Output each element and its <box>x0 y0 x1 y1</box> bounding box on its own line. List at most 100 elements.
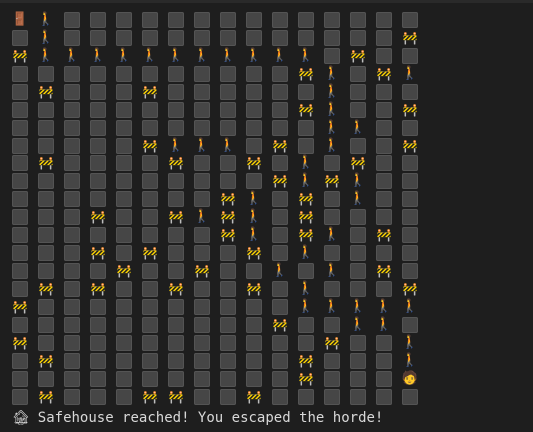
wall-cell <box>298 334 314 351</box>
wall-cell <box>272 280 288 297</box>
wall-cell <box>38 245 54 262</box>
wall-cell <box>64 83 80 100</box>
wall-cell <box>402 47 418 64</box>
walker-icon: 🚶 <box>297 173 315 189</box>
wall-cell <box>350 280 366 297</box>
wall-cell <box>324 191 340 208</box>
walker-icon: 🚶 <box>219 47 237 63</box>
walker-icon: 🚶 <box>323 101 341 117</box>
barrier-icon: 🚧 <box>246 389 262 404</box>
wall-cell <box>402 316 418 333</box>
wall-cell <box>402 245 418 262</box>
wall-cell <box>116 83 132 100</box>
wall-cell <box>272 155 288 172</box>
wall-cell <box>376 388 392 405</box>
wall-cell <box>12 370 28 387</box>
wall-cell <box>90 83 106 100</box>
wall-cell <box>272 298 288 315</box>
wall-cell <box>272 245 288 262</box>
wall-cell <box>246 101 262 118</box>
wall-cell <box>246 173 262 190</box>
wall-cell <box>194 101 210 118</box>
game-grid: 🚪 🚶 🚶 🚧 🚧 🚶 🚶 🚶 🚶 🚶 🚶 🚶 🚶 🚶 🚶 🚶 🚧 🚧 🚶 🚧 🚶 🚧 🚧 🚶 🚧 🚶 🚧 🚶 🚶 🚧 🚶 🚶 🚶 🚧 🚶 🚧 🚧 🚧 🚧 🚶… <box>0 0 533 405</box>
wall-cell <box>350 101 366 118</box>
wall-cell <box>402 119 418 136</box>
barrier-icon: 🚧 <box>12 299 28 314</box>
wall-cell <box>194 173 210 190</box>
wall-cell <box>376 191 392 208</box>
wall-cell <box>142 227 158 244</box>
wall-cell <box>298 316 314 333</box>
wall-cell <box>220 12 236 28</box>
wall-cell <box>246 298 262 315</box>
wall-cell <box>38 119 54 136</box>
barrier-icon: 🚧 <box>168 156 184 171</box>
wall-cell <box>116 155 132 172</box>
wall-cell <box>116 12 132 28</box>
barrier-icon: 🚧 <box>246 246 262 261</box>
wall-cell <box>376 29 392 46</box>
wall-cell <box>220 263 236 280</box>
wall-cell <box>298 12 314 28</box>
wall-cell <box>90 65 106 82</box>
wall-cell <box>90 137 106 154</box>
walker-icon: 🚶 <box>219 137 237 153</box>
wall-cell <box>324 370 340 387</box>
wall-cell <box>246 137 262 154</box>
wall-cell <box>220 65 236 82</box>
wall-cell <box>246 334 262 351</box>
wall-cell <box>116 298 132 315</box>
wall-cell <box>324 209 340 226</box>
walker-icon: 🚶 <box>323 137 341 153</box>
wall-cell <box>38 298 54 315</box>
wall-cell <box>324 316 340 333</box>
wall-cell <box>142 173 158 190</box>
wall-cell <box>350 137 366 154</box>
walker-icon: 🚶 <box>63 47 81 63</box>
wall-cell <box>90 388 106 405</box>
wall-cell <box>64 388 80 405</box>
wall-cell <box>194 388 210 405</box>
walker-icon: 🚶 <box>245 227 263 243</box>
wall-cell <box>220 334 236 351</box>
wall-cell <box>64 370 80 387</box>
barrier-icon: 🚧 <box>298 102 314 117</box>
wall-cell <box>168 29 184 46</box>
wall-cell <box>194 334 210 351</box>
wall-cell <box>38 173 54 190</box>
wall-cell <box>246 316 262 333</box>
wall-cell <box>12 209 28 226</box>
barrier-icon: 🚧 <box>272 174 288 189</box>
wall-cell <box>116 119 132 136</box>
walker-icon: 🚶 <box>37 47 55 63</box>
barrier-icon: 🚧 <box>402 30 418 45</box>
barrier-icon: 🚧 <box>350 48 366 63</box>
wall-cell <box>12 280 28 297</box>
walker-icon: 🚶 <box>37 12 55 27</box>
wall-cell <box>168 352 184 369</box>
wall-cell <box>194 227 210 244</box>
wall-cell <box>246 119 262 136</box>
wall-cell <box>38 334 54 351</box>
barrier-icon: 🚧 <box>402 281 418 296</box>
wall-cell <box>246 29 262 46</box>
wall-cell <box>116 29 132 46</box>
wall-cell <box>194 29 210 46</box>
wall-cell <box>272 370 288 387</box>
barrier-icon: 🚧 <box>220 210 236 225</box>
wall-cell <box>168 83 184 100</box>
wall-cell <box>324 29 340 46</box>
wall-cell <box>64 280 80 297</box>
wall-cell <box>64 173 80 190</box>
barrier-icon: 🚧 <box>246 156 262 171</box>
wall-cell <box>90 101 106 118</box>
wall-cell <box>194 352 210 369</box>
wall-cell <box>90 352 106 369</box>
wall-cell <box>220 352 236 369</box>
walker-icon: 🚶 <box>375 298 393 314</box>
barrier-icon: 🚧 <box>12 48 28 63</box>
walker-icon: 🚶 <box>323 83 341 99</box>
wall-cell <box>64 155 80 172</box>
wall-cell <box>12 227 28 244</box>
wall-cell <box>64 334 80 351</box>
